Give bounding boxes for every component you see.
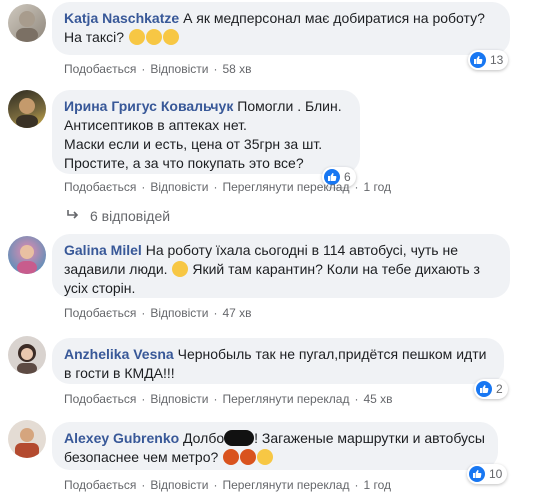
like-icon <box>476 381 492 397</box>
replies-count: 6 відповідей <box>90 208 171 224</box>
avatar-image <box>17 245 37 274</box>
comment-bubble: Katja Naschkatze А як медперсонал має до… <box>52 2 510 55</box>
reaction-count[interactable]: 2 <box>474 379 508 399</box>
avatar[interactable] <box>8 336 46 374</box>
comment-author[interactable]: Galina Milel <box>64 242 142 258</box>
thinking-face-icon <box>128 29 145 45</box>
comment-actions: Подобається · Відповісти · Переглянути перек… <box>64 392 393 406</box>
thinking-face-icon <box>145 29 162 45</box>
timestamp[interactable]: 58 хв <box>222 62 251 76</box>
comment-bubble: Alexey Gubrenko Долбо ! Загаженые маршрут… <box>52 422 498 470</box>
comment-text: Маски если и есть, цена от 35грн за шт. <box>64 136 323 152</box>
comment-actions: Подобається · Відповісти · Переглянути перек… <box>64 180 392 194</box>
timestamp[interactable]: 1 год <box>363 180 391 194</box>
comment-actions: Подобається · Відповісти · 47 хв <box>64 306 252 320</box>
comment-text: усіх сторін. <box>64 280 136 296</box>
see-translation-button[interactable]: Переглянути переклад <box>222 478 349 492</box>
angry-face-icon <box>223 449 240 465</box>
like-icon <box>470 52 486 68</box>
comment-bubble: Anzhelika Vesna Чернобыль так не пугал,п… <box>52 338 504 384</box>
like-button[interactable]: Подобається <box>64 62 136 76</box>
comment-text: безопаснее чем метро? <box>64 449 219 465</box>
comment-text: ! Загаженые маршрутки и автобусы <box>254 430 485 446</box>
avatar[interactable] <box>8 90 46 128</box>
comment-actions: Подобається · Відповісти · Переглянути перек… <box>64 478 392 492</box>
avatar[interactable] <box>8 4 46 42</box>
comment-author[interactable]: Ирина Григус Ковальчук <box>64 98 233 114</box>
avatar-image <box>16 98 38 128</box>
reply-button[interactable]: Відповісти <box>150 306 208 320</box>
avatar[interactable] <box>8 236 46 274</box>
timestamp[interactable]: 47 хв <box>222 306 251 320</box>
angry-face-icon <box>240 449 257 465</box>
reaction-count[interactable]: 10 <box>467 464 508 484</box>
comment-text: Антисептиков в аптеках нет. <box>64 117 247 133</box>
view-replies-button[interactable]: 6 відповідей <box>66 208 170 224</box>
avatar-image <box>17 344 37 374</box>
comment-bubble: Ирина Григус Ковальчук Помогли . Блин. А… <box>52 90 360 174</box>
reply-button[interactable]: Відповісти <box>150 62 208 76</box>
like-button[interactable]: Подобається <box>64 478 136 492</box>
sad-face-icon <box>172 261 189 277</box>
reply-arrow-icon <box>66 208 80 224</box>
like-button[interactable]: Подобається <box>64 392 136 406</box>
like-button[interactable]: Подобається <box>64 180 136 194</box>
comment-bubble: Galina Milel На роботу їхала сьогодні в … <box>52 234 510 298</box>
facepalm-icon <box>257 449 274 465</box>
reply-button[interactable]: Відповісти <box>150 392 208 406</box>
see-translation-button[interactable]: Переглянути переклад <box>222 180 349 194</box>
comment-author[interactable]: Anzhelika Vesna <box>64 346 174 362</box>
comment-author[interactable]: Alexey Gubrenko <box>64 430 179 446</box>
timestamp[interactable]: 45 хв <box>363 392 392 406</box>
comment-author[interactable]: Katja Naschkatze <box>64 10 179 26</box>
reaction-count[interactable]: 13 <box>468 50 509 70</box>
comment-text: в гости в КМДА!!! <box>64 365 175 381</box>
avatar-image <box>16 11 38 42</box>
censor-mark <box>224 430 255 446</box>
comment-text: На роботу їхала сьогодні в 114 автобусі,… <box>145 242 458 258</box>
like-icon <box>469 466 485 482</box>
timestamp[interactable]: 1 год <box>363 478 391 492</box>
avatar-image <box>15 428 39 458</box>
comment-text: Помогли . Блин. <box>237 98 342 114</box>
comment-text: На таксі? <box>64 29 125 45</box>
comment-text: Чернобыль так не пугал,придётся пешком и… <box>177 346 487 362</box>
reply-button[interactable]: Відповісти <box>150 478 208 492</box>
like-button[interactable]: Подобається <box>64 306 136 320</box>
comment-text: задавили люди. <box>64 261 168 277</box>
comment-text: Який там карантин? Коли на тебе дихають … <box>192 261 480 277</box>
avatar[interactable] <box>8 420 46 458</box>
comment-text: А як медперсонал має добиратися на робот… <box>183 10 485 26</box>
comment-text: Простите, а за что покупать это все? <box>64 155 304 171</box>
reply-button[interactable]: Відповісти <box>150 180 208 194</box>
see-translation-button[interactable]: Переглянути переклад <box>222 392 349 406</box>
comment-actions: Подобається · Відповісти · 58 хв <box>64 62 252 76</box>
comment-text: Долбо <box>183 430 225 446</box>
thinking-face-icon <box>162 29 179 45</box>
